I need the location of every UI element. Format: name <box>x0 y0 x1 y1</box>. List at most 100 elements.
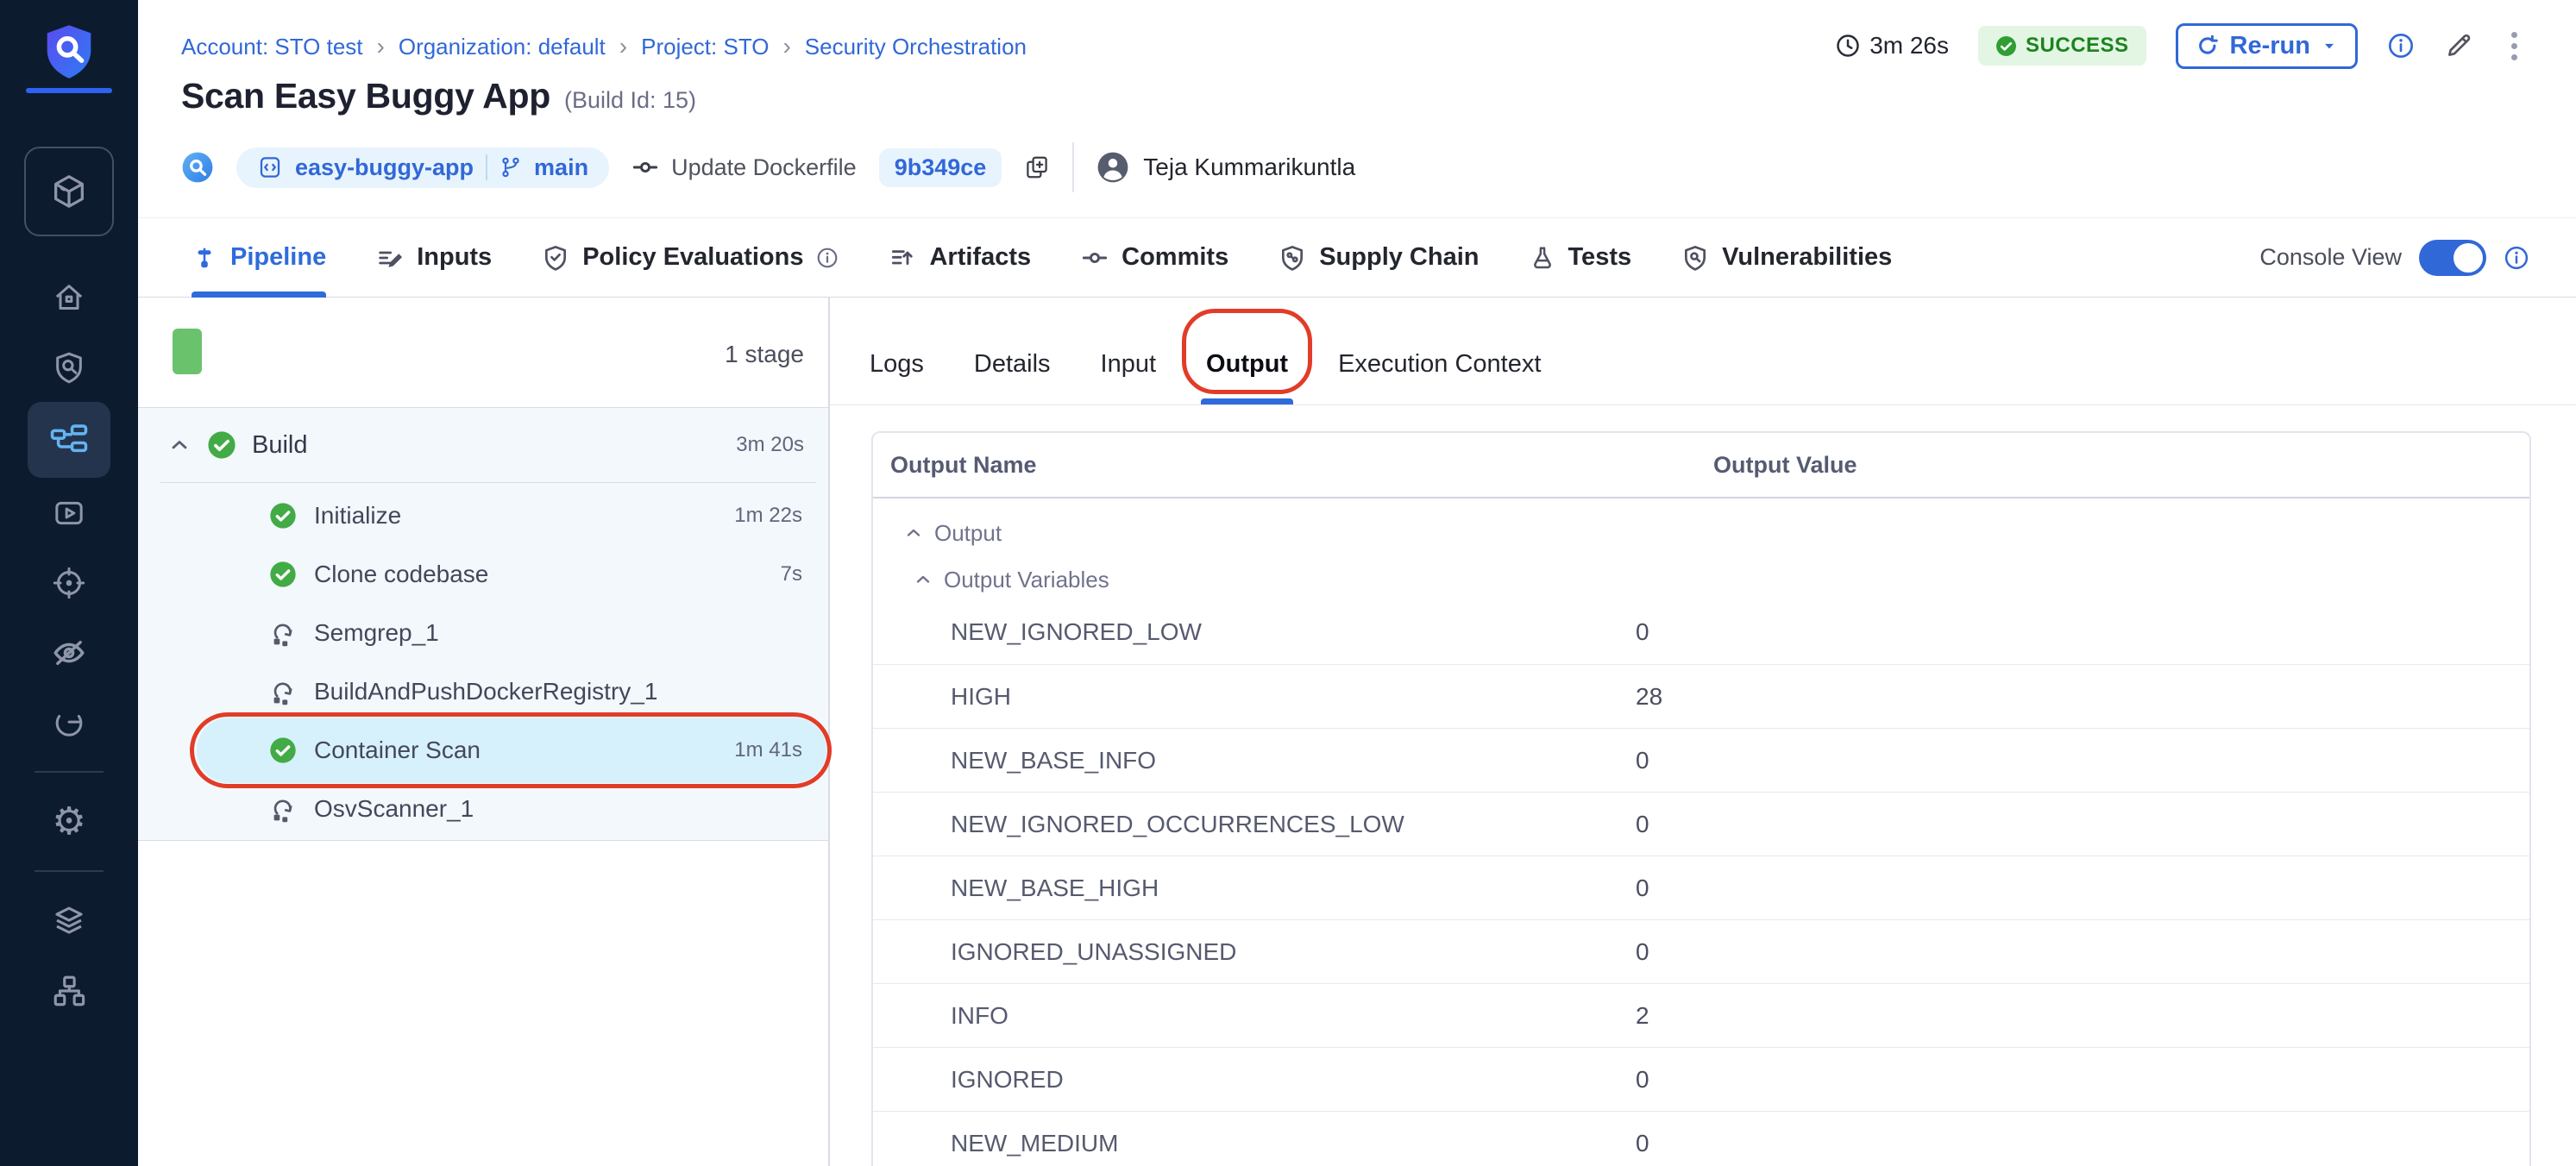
step-status-icon <box>269 502 297 530</box>
trigger-icon <box>181 151 214 184</box>
nav-item-settings[interactable]: ⚙ <box>0 787 138 856</box>
output-variable-name: INFO <box>873 1002 1636 1030</box>
source-info-row: easy-buggy-app main <box>181 145 1355 190</box>
step-row-clone-codebase[interactable]: Clone codebase 7s <box>138 545 828 604</box>
main-area: Account: STO test › Organization: defaul… <box>138 0 2576 1166</box>
home-icon <box>52 280 86 315</box>
brand-logo[interactable] <box>26 21 112 93</box>
success-check-icon <box>269 561 297 588</box>
col-output-value: Output Value <box>1713 452 1857 479</box>
tab-label: Supply Chain <box>1319 243 1479 272</box>
dtab-input[interactable]: Input <box>1101 350 1157 404</box>
title-row: Scan Easy Buggy App (Build Id: 15) <box>181 76 696 116</box>
tab-commits[interactable]: Commits <box>1081 218 1228 297</box>
stage-duration: 3m 20s <box>736 433 804 457</box>
commit-sha-pill[interactable]: 9b349ce <box>879 148 1002 187</box>
tab-inputs[interactable]: Inputs <box>376 218 492 297</box>
nav-item-default-settings[interactable] <box>0 886 138 956</box>
rerun-button[interactable]: Re-run <box>2176 23 2358 69</box>
nav-item-exemptions[interactable] <box>0 617 138 687</box>
success-check-icon <box>1995 35 2017 57</box>
success-check-icon <box>207 430 236 460</box>
nav-item-org-structure[interactable] <box>0 956 138 1025</box>
output-variable-row: HIGH 28 <box>873 664 2529 728</box>
more-options-kebab[interactable] <box>2503 28 2526 64</box>
stage-row-build[interactable]: Build 3m 20s <box>138 408 828 482</box>
dtab-label: Details <box>974 350 1051 378</box>
output-variable-name: NEW_IGNORED_OCCURRENCES_LOW <box>873 811 1636 838</box>
output-variable-row: IGNORED_UNASSIGNED 0 <box>873 919 2529 983</box>
breadcrumb-separator: › <box>782 33 790 60</box>
col-output-name: Output Name <box>890 452 1713 479</box>
status-badge: SUCCESS <box>1978 26 2146 66</box>
nav-items: ⚙ <box>0 262 138 1025</box>
dtab-label: Execution Context <box>1338 350 1541 378</box>
nav-item-home[interactable] <box>0 262 138 332</box>
repository-icon <box>257 154 283 180</box>
nav-active-highlight <box>28 402 110 478</box>
tab-artifacts[interactable]: Artifacts <box>889 218 1031 297</box>
output-variable-name: NEW_MEDIUM <box>873 1130 1636 1157</box>
step-status-icon <box>269 678 297 705</box>
stage-name: Build <box>252 431 720 460</box>
breadcrumb-module[interactable]: Security Orchestration <box>805 34 1027 60</box>
duration-text: 3m 26s <box>1869 32 1949 60</box>
stage-minimap-square[interactable] <box>173 329 202 374</box>
step-row-initialize[interactable]: Initialize 1m 22s <box>138 486 828 545</box>
power-icon <box>52 705 86 740</box>
total-duration: 3m 26s <box>1835 32 1949 60</box>
tab-label: Inputs <box>417 243 492 272</box>
breadcrumb-account[interactable]: Account: STO test <box>181 34 363 60</box>
step-row-buildandpushdockerregistry-1[interactable]: BuildAndPushDockerRegistry_1 <box>138 662 828 721</box>
step-row-semgrep-1[interactable]: Semgrep_1 <box>138 604 828 662</box>
breadcrumb-separator: › <box>619 33 627 60</box>
breadcrumb-project[interactable]: Project: STO <box>641 34 769 60</box>
refresh-icon <box>2196 34 2220 58</box>
tab-policy-evaluations[interactable]: Policy Evaluations <box>542 218 839 297</box>
nav-item-overview[interactable] <box>0 332 138 402</box>
nav-item-pipelines[interactable] <box>0 402 138 478</box>
chevron-up-icon[interactable] <box>167 433 192 457</box>
tests-flask-icon <box>1530 244 1555 272</box>
breadcrumb-org[interactable]: Organization: default <box>399 34 606 60</box>
step-duration: 7s <box>781 562 802 586</box>
scan-shield-icon <box>52 350 86 385</box>
module-cube-icon <box>49 172 89 211</box>
output-variable-row: NEW_IGNORED_LOW 0 <box>873 600 2529 664</box>
dtab-details[interactable]: Details <box>974 350 1051 404</box>
nav-item-executions[interactable] <box>0 478 138 548</box>
tab-pipeline[interactable]: Pipeline <box>192 218 326 297</box>
info-icon[interactable] <box>816 247 839 269</box>
output-variable-row: NEW_IGNORED_OCCURRENCES_LOW 0 <box>873 792 2529 856</box>
step-row-osvscanner-1[interactable]: OsvScanner_1 <box>138 780 828 838</box>
inputs-icon <box>376 244 404 272</box>
dtab-logs[interactable]: Logs <box>870 350 924 404</box>
info-icon[interactable] <box>2504 245 2529 271</box>
output-variable-name: IGNORED <box>873 1066 1636 1094</box>
nav-item-targets[interactable] <box>0 548 138 617</box>
output-variables-group-row[interactable]: Output Variables <box>873 559 2529 600</box>
info-icon[interactable] <box>2387 32 2415 60</box>
dtab-execution-context[interactable]: Execution Context <box>1338 350 1541 404</box>
nav-item-get-started[interactable] <box>0 687 138 757</box>
supply-chain-icon <box>1279 244 1306 272</box>
output-group-row[interactable]: Output <box>873 512 2529 554</box>
module-selector-button[interactable] <box>24 147 114 236</box>
tab-supply-chain[interactable]: Supply Chain <box>1279 218 1479 297</box>
dtab-output[interactable]: Output <box>1206 350 1288 404</box>
nav-divider <box>35 870 104 872</box>
tab-tests[interactable]: Tests <box>1530 218 1632 297</box>
repo-branch-pill[interactable]: easy-buggy-app main <box>236 147 609 188</box>
console-view-toggle[interactable] <box>2419 240 2486 276</box>
avatar <box>1096 151 1129 184</box>
step-row-container-scan[interactable]: Container Scan 1m 41s <box>138 721 828 780</box>
console-view-label: Console View <box>2259 244 2402 271</box>
edit-pencil-icon[interactable] <box>2444 31 2473 60</box>
tab-vulnerabilities[interactable]: Vulnerabilities <box>1681 218 1892 297</box>
output-variable-value: 0 <box>1636 618 1649 646</box>
copy-icon[interactable] <box>1024 154 1050 180</box>
commit-message-wrap[interactable]: Update Dockerfile <box>631 154 857 181</box>
output-variable-rows: NEW_IGNORED_LOW 0 HIGH 28 NEW_BASE_INFO … <box>873 600 2529 1166</box>
tab-label: Artifacts <box>929 243 1031 272</box>
step-name: BuildAndPushDockerRegistry_1 <box>314 678 785 705</box>
